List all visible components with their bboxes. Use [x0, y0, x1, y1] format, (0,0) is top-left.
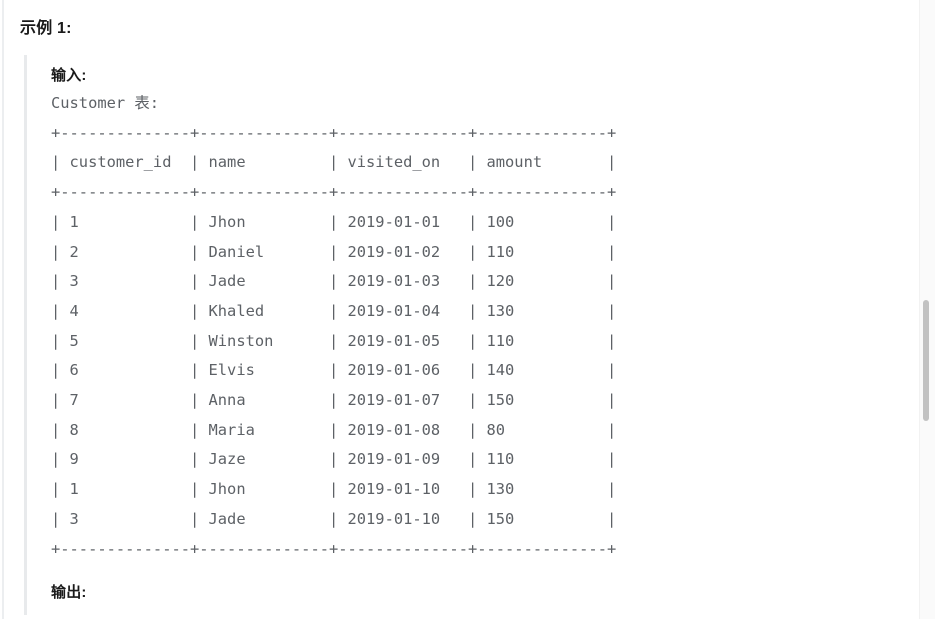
content-column: 示例 1: 输入: Customer 表: +--------------+--… — [0, 0, 905, 619]
scrollbar-thumb[interactable] — [923, 300, 929, 421]
input-label: 输入: — [51, 67, 87, 84]
vertical-scrollbar[interactable] — [919, 0, 935, 619]
example-blockquote: 输入: Customer 表: +--------------+--------… — [24, 55, 884, 615]
output-label: 输出: — [51, 584, 87, 601]
page-title: 示例 1: — [20, 20, 72, 37]
customer-table-code-block: Customer 表: +--------------+------------… — [51, 94, 617, 558]
page-root: 示例 1: 输入: Customer 表: +--------------+--… — [0, 0, 935, 619]
